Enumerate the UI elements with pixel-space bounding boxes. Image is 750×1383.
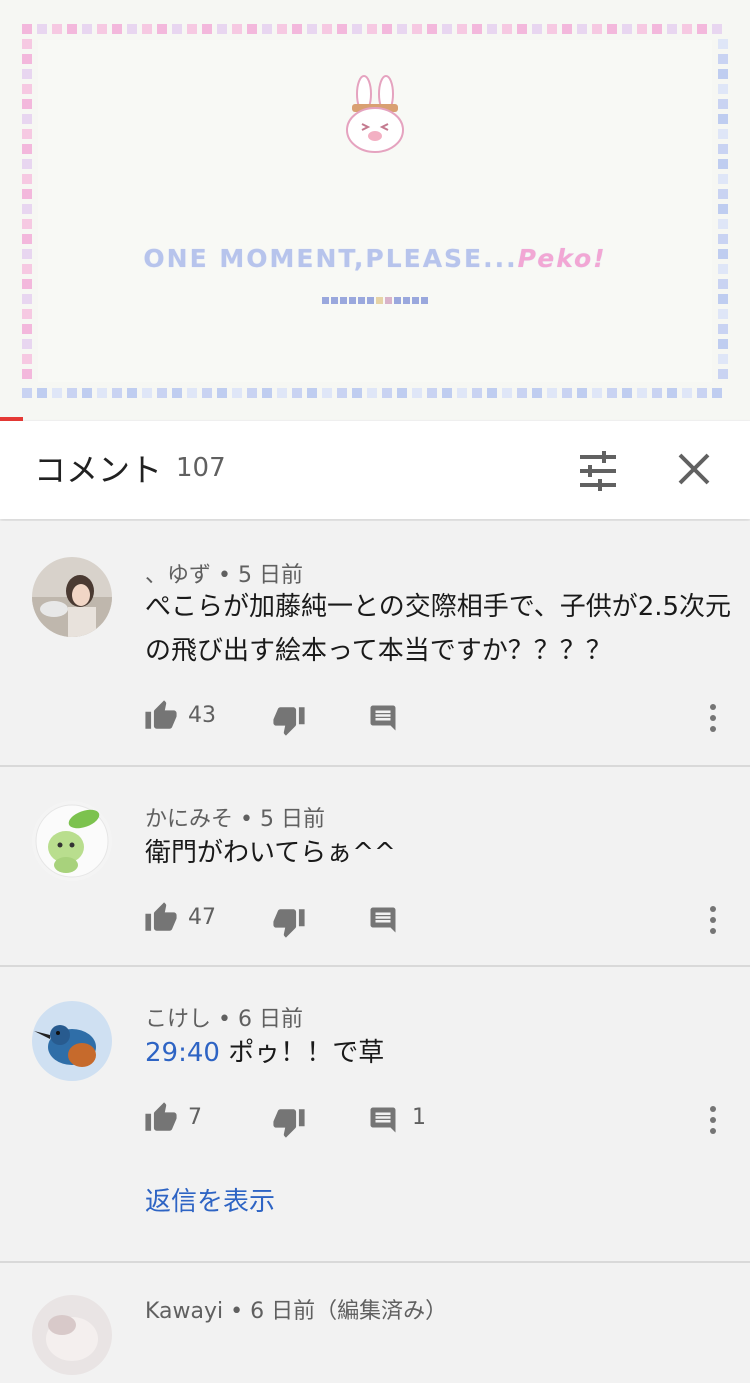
comment-meta: Kawayi • 6 日前（編集済み） bbox=[145, 1299, 448, 1324]
comment-icon[interactable] bbox=[368, 1105, 398, 1135]
comment-icon[interactable] bbox=[368, 905, 398, 935]
comment-meta: かにみそ • 5 日前 bbox=[145, 807, 325, 832]
more-vertical-icon[interactable] bbox=[706, 1105, 720, 1135]
loading-dot bbox=[376, 297, 383, 304]
thumb-down-icon[interactable] bbox=[272, 1105, 306, 1139]
avatar-creature-icon bbox=[32, 801, 112, 881]
loading-message-main: ONE MOMENT,PLEASE... bbox=[143, 244, 518, 273]
comment-author[interactable]: こけし bbox=[145, 1007, 211, 1032]
thumb-up-icon[interactable] bbox=[144, 901, 178, 935]
comment-text: 衛門がわいてらぁ^^ bbox=[145, 838, 396, 868]
comment-item: こけし • 6 日前 29:40 ポゥ！！で草 7 1 返信を表示 bbox=[0, 967, 750, 1263]
thumb-up-icon[interactable] bbox=[144, 1101, 178, 1135]
like-count: 43 bbox=[188, 703, 216, 728]
comment-time: 5 日前 bbox=[259, 807, 325, 832]
bunny-mascot-icon bbox=[346, 75, 404, 153]
comment-author[interactable]: かにみそ bbox=[145, 807, 233, 832]
comment-text: 29:40 ポゥ！！で草 bbox=[145, 1031, 735, 1075]
thumb-down-icon[interactable] bbox=[272, 703, 306, 737]
loading-dot bbox=[340, 297, 347, 304]
comments-title: コメント bbox=[34, 451, 163, 489]
loading-dot bbox=[394, 297, 401, 304]
thumb-up-icon[interactable] bbox=[144, 699, 178, 733]
comments-count: 107 bbox=[176, 453, 226, 483]
loading-dot bbox=[385, 297, 392, 304]
comment-actions: 43 bbox=[144, 699, 734, 739]
comments-header: コメント 107 bbox=[0, 421, 750, 519]
like-count: 47 bbox=[188, 905, 216, 930]
loading-dot bbox=[403, 297, 410, 304]
comment-item: Kawayi • 6 日前（編集済み） bbox=[0, 1263, 750, 1383]
more-vertical-icon[interactable] bbox=[706, 703, 720, 733]
loading-dot bbox=[421, 297, 428, 304]
comment-item: 、ゆず • 5 日前 ぺこらが加藤純一との交際相手で、子供が2.5次元の飛び出す… bbox=[0, 521, 750, 767]
loading-dot bbox=[358, 297, 365, 304]
comment-item: かにみそ • 5 日前 衛門がわいてらぁ^^ 47 bbox=[0, 767, 750, 967]
avatar[interactable] bbox=[32, 557, 112, 637]
video-player[interactable]: ONE MOMENT,PLEASE...Peko! bbox=[0, 0, 750, 420]
more-vertical-icon[interactable] bbox=[706, 905, 720, 935]
loading-dot bbox=[331, 297, 338, 304]
comment-actions: 47 bbox=[144, 901, 734, 941]
avatar-photo-icon bbox=[32, 557, 112, 637]
thumb-down-icon[interactable] bbox=[272, 905, 306, 939]
loading-dots bbox=[322, 297, 428, 304]
reply-count: 1 bbox=[412, 1105, 426, 1130]
comment-time: 6 日前（編集済み） bbox=[250, 1299, 448, 1324]
sort-filter-icon[interactable] bbox=[574, 449, 622, 493]
comment-list: 、ゆず • 5 日前 ぺこらが加藤純一との交際相手で、子供が2.5次元の飛び出す… bbox=[0, 521, 750, 1383]
loading-dot bbox=[367, 297, 374, 304]
loading-message: ONE MOMENT,PLEASE...Peko! bbox=[0, 244, 750, 273]
avatar-photo-icon bbox=[32, 1295, 112, 1375]
comment-actions: 7 1 bbox=[144, 1101, 734, 1141]
comment-meta: こけし • 6 日前 bbox=[145, 1007, 303, 1032]
loading-dot bbox=[412, 297, 419, 304]
loading-message-signature: Peko! bbox=[517, 244, 607, 273]
avatar[interactable] bbox=[32, 1295, 112, 1375]
avatar[interactable] bbox=[32, 801, 112, 881]
show-replies-link[interactable]: 返信を表示 bbox=[145, 1181, 275, 1218]
close-icon[interactable] bbox=[670, 445, 718, 493]
comment-time: 6 日前 bbox=[237, 1007, 303, 1032]
loading-dot bbox=[349, 297, 356, 304]
avatar[interactable] bbox=[32, 1001, 112, 1081]
loading-dot bbox=[322, 297, 329, 304]
avatar-bird-icon bbox=[32, 1001, 112, 1081]
timestamp-link[interactable]: 29:40 bbox=[145, 1038, 220, 1068]
comment-text: ぺこらが加藤純一との交際相手で、子供が2.5次元の飛び出す絵本って本当ですか？？… bbox=[145, 592, 732, 666]
comment-icon[interactable] bbox=[368, 703, 398, 733]
like-count: 7 bbox=[188, 1105, 202, 1130]
comment-body: ポゥ！！で草 bbox=[228, 1038, 385, 1068]
comment-author[interactable]: Kawayi bbox=[145, 1299, 223, 1324]
